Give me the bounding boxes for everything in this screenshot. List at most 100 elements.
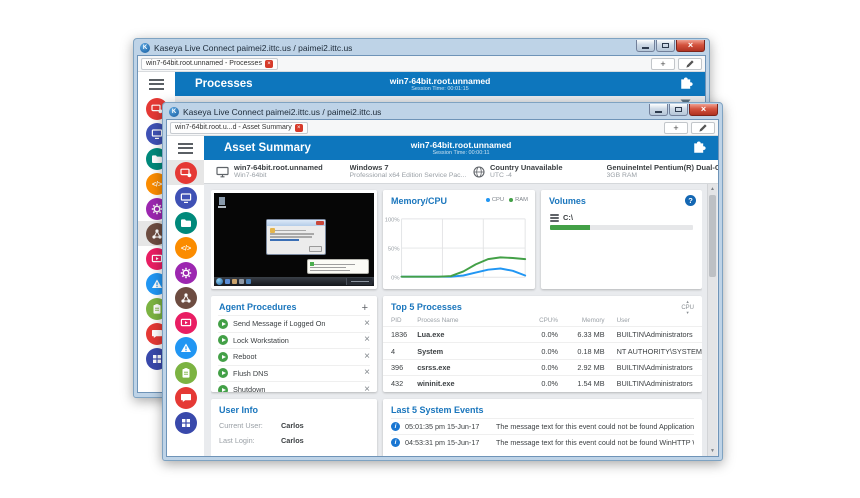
sort-control[interactable]: ▲ CPU ▼	[681, 300, 694, 316]
table-row: 432 wininit.exe 0.0% 1.54 MB BUILTIN\Adm…	[383, 376, 702, 392]
plugins-button[interactable]	[679, 77, 705, 91]
desktop-icon	[175, 187, 197, 209]
procedure-label: Lock Workstation	[233, 336, 359, 345]
table-row: 396 csrss.exe 0.0% 2.92 MB BUILTIN\Admin…	[383, 359, 702, 375]
column-header[interactable]: CPU%	[523, 316, 558, 327]
kaseya-logo-icon: K	[169, 107, 179, 117]
scroll-down-icon[interactable]: ▼	[708, 446, 717, 456]
sidebar-item-command-shell[interactable]: </>	[167, 235, 204, 260]
procedure-row[interactable]: Reboot ×	[218, 348, 370, 365]
monitor-icon	[216, 166, 229, 178]
menu-button[interactable]	[167, 136, 204, 160]
sort-down-icon[interactable]: ▼	[686, 311, 690, 316]
svg-text:</>: </>	[180, 245, 190, 252]
procedure-row[interactable]: Lock Workstation ×	[218, 332, 370, 349]
sidebar-item-remote-control[interactable]	[167, 160, 204, 185]
user-info-panel: User Info Current User: Carlos Last Logi…	[211, 399, 377, 456]
column-header[interactable]: User	[605, 316, 702, 327]
plugins-button[interactable]	[692, 141, 718, 155]
titlebar[interactable]: K Kaseya Live Connect paimei2.ittc.us / …	[166, 103, 719, 119]
minimize-button[interactable]	[649, 104, 668, 116]
page-header: Processes win7-64bit.root.unnamed Sessio…	[175, 72, 705, 96]
sidebar-item-files[interactable]	[167, 210, 204, 235]
procedure-row[interactable]: Send Message if Logged On ×	[218, 315, 370, 332]
maximize-button[interactable]	[669, 104, 688, 116]
command-shell-icon: </>	[175, 237, 197, 259]
drive-label: C:\	[563, 213, 573, 222]
disk-icon	[550, 214, 559, 222]
sidebar-item-settings[interactable]	[167, 260, 204, 285]
ytick-100: 100%	[385, 217, 400, 223]
column-header[interactable]: Memory	[558, 316, 605, 327]
column-header[interactable]: Process Name	[417, 316, 523, 327]
uac-shield-icon	[270, 228, 275, 233]
chart-legend: CPU RAM	[486, 197, 528, 203]
vertical-scrollbar[interactable]: ▲ ▼	[707, 184, 717, 456]
volume-usage-bar	[550, 225, 693, 230]
info-title: Country Unavailable	[490, 163, 563, 172]
remove-procedure-icon[interactable]: ×	[364, 352, 370, 362]
edit-button[interactable]	[678, 58, 702, 70]
edit-button[interactable]	[691, 122, 715, 134]
maximize-button[interactable]	[656, 40, 675, 52]
add-procedure-button[interactable]: +	[362, 299, 377, 313]
column-header[interactable]: PID	[383, 316, 417, 327]
event-time: 05:01:35 pm 15-Jun-17	[405, 422, 491, 431]
tab-close-icon[interactable]: ×	[265, 60, 273, 68]
close-button[interactable]: ×	[689, 104, 718, 116]
menu-button[interactable]	[138, 72, 175, 96]
cpu-legend-dot	[486, 198, 490, 202]
scrollbar-thumb[interactable]	[709, 195, 716, 277]
run-procedure-icon[interactable]	[218, 385, 228, 392]
machine-name: win7-64bit.root.unnamed	[175, 77, 705, 86]
help-button[interactable]: ?	[685, 195, 696, 206]
add-tab-button[interactable]: +	[664, 122, 688, 134]
tab-processes[interactable]: win7-64bit.root.unnamed - Processes ×	[141, 58, 278, 70]
chat-icon	[175, 387, 197, 409]
sidebar-item-desktop[interactable]	[167, 185, 204, 210]
scroll-up-icon[interactable]: ▲	[708, 184, 717, 194]
legend-label-ram: RAM	[515, 197, 528, 203]
top-processes-panel: Top 5 Processes ▲ CPU ▼	[383, 296, 702, 392]
procedure-row[interactable]: Flush DNS ×	[218, 365, 370, 382]
remote-dialog	[266, 219, 326, 255]
sort-up-icon[interactable]: ▲	[686, 300, 690, 305]
legend-label-cpu: CPU	[492, 197, 504, 203]
event-message: The message text for this event could no…	[496, 438, 694, 447]
window-title: Kaseya Live Connect paimei2.ittc.us / pa…	[183, 107, 381, 117]
sidebar-item-processes[interactable]	[167, 285, 204, 310]
remote-desktop-preview[interactable]	[211, 190, 377, 289]
close-button[interactable]: ×	[676, 40, 705, 52]
tab-asset-summary[interactable]: win7-64bit.root.u...d - Asset Summary ×	[170, 122, 308, 134]
tab-bar: win7-64bit.root.unnamed - Processes × +	[138, 56, 705, 72]
cell-user: BUILTIN\Administrators	[605, 376, 702, 392]
add-tab-button[interactable]: +	[651, 58, 675, 70]
minimize-button[interactable]	[636, 40, 655, 52]
remove-procedure-icon[interactable]: ×	[364, 319, 370, 329]
remove-procedure-icon[interactable]: ×	[364, 385, 370, 392]
sidebar-item-apps[interactable]	[167, 410, 204, 435]
remove-procedure-icon[interactable]: ×	[364, 335, 370, 345]
table-row: 4 System 0.0% 0.18 MB NT AUTHORITY\SYSTE…	[383, 343, 702, 359]
remove-procedure-icon[interactable]: ×	[364, 368, 370, 378]
memory-cpu-panel: Memory/CPU CPU RAM	[383, 190, 535, 289]
titlebar[interactable]: K Kaseya Live Connect paimei2.ittc.us / …	[137, 39, 706, 55]
page-header: Asset Summary win7-64bit.root.unnamed Se…	[204, 136, 718, 160]
recycle-bin-icon	[219, 197, 225, 205]
sidebar-item-screen-share[interactable]	[167, 310, 204, 335]
remote-control-icon	[175, 162, 197, 184]
run-procedure-icon[interactable]	[218, 368, 228, 378]
asset-summary-window: K Kaseya Live Connect paimei2.ittc.us / …	[162, 102, 723, 461]
run-procedure-icon[interactable]	[218, 335, 228, 345]
run-procedure-icon[interactable]	[218, 319, 228, 329]
field-value: Carlos	[281, 421, 304, 430]
sidebar: </>	[167, 136, 204, 456]
cell-cpu: 0.0%	[523, 376, 558, 392]
sidebar-item-tasks[interactable]	[167, 360, 204, 385]
procedure-row[interactable]: Shutdown ×	[218, 381, 370, 392]
sidebar-item-alerts[interactable]	[167, 335, 204, 360]
sidebar-item-chat[interactable]	[167, 385, 204, 410]
run-procedure-icon[interactable]	[218, 352, 228, 362]
minimize-icon	[655, 111, 662, 113]
tab-close-icon[interactable]: ×	[295, 124, 303, 132]
